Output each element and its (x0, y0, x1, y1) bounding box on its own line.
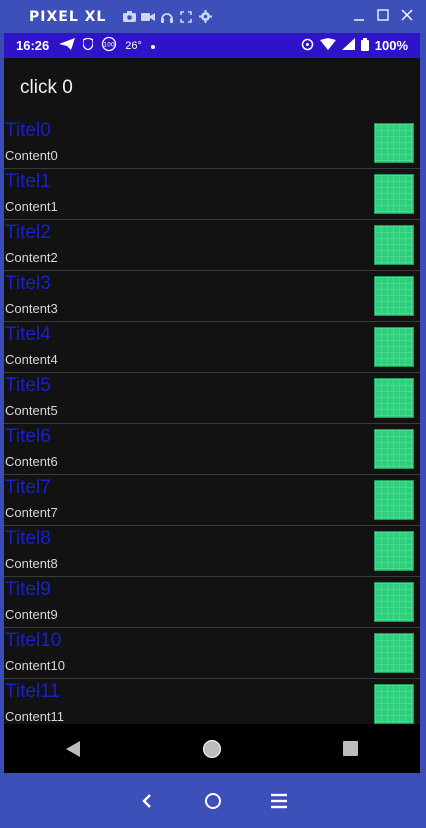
recents-icon[interactable] (341, 739, 361, 759)
list-item-content: Content1 (5, 199, 58, 214)
list-item-title: Titel8 (5, 528, 51, 549)
list-item-content: Content9 (5, 607, 58, 622)
dot-icon (150, 38, 156, 53)
device-screen: 16:26 100 26° 100% click 0 Titel0 Conten… (4, 33, 420, 773)
status-temperature: 26° (125, 39, 142, 52)
list-item-title: Titel6 (5, 426, 51, 447)
item-list: Titel0 Content0 Titel1 Content1 Titel2 Conten… (4, 118, 420, 730)
list-item[interactable]: Titel6 Content6 (4, 424, 420, 475)
list-item-title: Titel10 (5, 630, 62, 651)
send-icon (59, 38, 76, 53)
list-item[interactable]: Titel4 Content4 (4, 322, 420, 373)
status-left-icons: 100 26° (59, 36, 156, 55)
svg-text:100: 100 (104, 42, 116, 49)
status-bar: 16:26 100 26° 100% (4, 33, 420, 58)
minimize-icon[interactable] (352, 8, 366, 22)
battery-icon (360, 37, 369, 54)
camera-icon[interactable] (122, 10, 136, 24)
list-item-thumbnail (374, 378, 414, 418)
close-icon[interactable] (400, 8, 414, 22)
list-item[interactable]: Titel11 Content11 (4, 679, 420, 730)
list-item[interactable]: Titel0 Content0 (4, 118, 420, 169)
list-item-thumbnail (374, 582, 414, 622)
maximize-icon[interactable] (376, 8, 390, 22)
list-item-thumbnail (374, 174, 414, 214)
list-item-title: Titel0 (5, 120, 51, 141)
list-item-content: Content0 (5, 148, 58, 163)
signal-icon (341, 38, 355, 53)
list-item-title: Titel3 (5, 273, 51, 294)
list-item-title: Titel1 (5, 171, 51, 192)
list-item-content: Content11 (5, 709, 65, 724)
app-header: click 0 (4, 58, 420, 118)
list-item-content: Content2 (5, 250, 58, 265)
data-saver-icon: 100 (101, 36, 117, 55)
android-nav-bar (4, 724, 420, 773)
list-item[interactable]: Titel1 Content1 (4, 169, 420, 220)
list-item-content: Content3 (5, 301, 58, 316)
list-item-thumbnail (374, 327, 414, 367)
status-right-icons: 100% (301, 33, 408, 58)
emulator-toolbar (122, 10, 212, 24)
home-icon[interactable] (202, 739, 222, 759)
list-item-thumbnail (374, 633, 414, 673)
list-item-content: Content10 (5, 658, 65, 673)
list-item[interactable]: Titel7 Content7 (4, 475, 420, 526)
list-item-thumbnail (374, 429, 414, 469)
headphones-icon[interactable] (160, 10, 174, 24)
emulator-titlebar: PIXEL XL (0, 0, 426, 33)
video-icon[interactable] (141, 10, 156, 24)
list-item-thumbnail (374, 684, 414, 724)
status-time: 16:26 (16, 38, 50, 53)
list-item[interactable]: Titel2 Content2 (4, 220, 420, 271)
list-item-content: Content6 (5, 454, 58, 469)
list-item[interactable]: Titel9 Content9 (4, 577, 420, 628)
back-chevron-icon[interactable] (136, 790, 158, 812)
list-item[interactable]: Titel3 Content3 (4, 271, 420, 322)
fullscreen-icon[interactable] (179, 10, 193, 24)
list-item-thumbnail (374, 480, 414, 520)
back-icon[interactable] (63, 739, 83, 759)
home-circle-icon[interactable] (202, 790, 224, 812)
list-item-title: Titel11 (5, 681, 60, 702)
emulator-bottom-bar (0, 773, 426, 828)
sync-icon (301, 38, 314, 54)
list-item-title: Titel7 (5, 477, 51, 498)
menu-icon[interactable] (268, 790, 290, 812)
list-item-content: Content8 (5, 556, 58, 571)
list-item-title: Titel5 (5, 375, 51, 396)
list-item-title: Titel4 (5, 324, 51, 345)
list-item-title: Titel2 (5, 222, 51, 243)
wifi-icon (319, 38, 336, 53)
list-item[interactable]: Titel8 Content8 (4, 526, 420, 577)
list-item-content: Content4 (5, 352, 58, 367)
battery-percent: 100% (374, 38, 408, 53)
list-item-thumbnail (374, 531, 414, 571)
emulator-title: PIXEL XL (29, 8, 107, 25)
list-item-content: Content7 (5, 505, 58, 520)
list-item-thumbnail (374, 225, 414, 265)
list-item-thumbnail (374, 276, 414, 316)
window-controls (352, 8, 414, 22)
list-item[interactable]: Titel5 Content5 (4, 373, 420, 424)
list-item[interactable]: Titel10 Content10 (4, 628, 420, 679)
list-item-content: Content5 (5, 403, 58, 418)
click-counter[interactable]: click 0 (20, 77, 73, 99)
list-item-title: Titel9 (5, 579, 51, 600)
settings-icon[interactable] (198, 10, 212, 24)
shield-icon (82, 37, 94, 53)
list-item-thumbnail (374, 123, 414, 163)
